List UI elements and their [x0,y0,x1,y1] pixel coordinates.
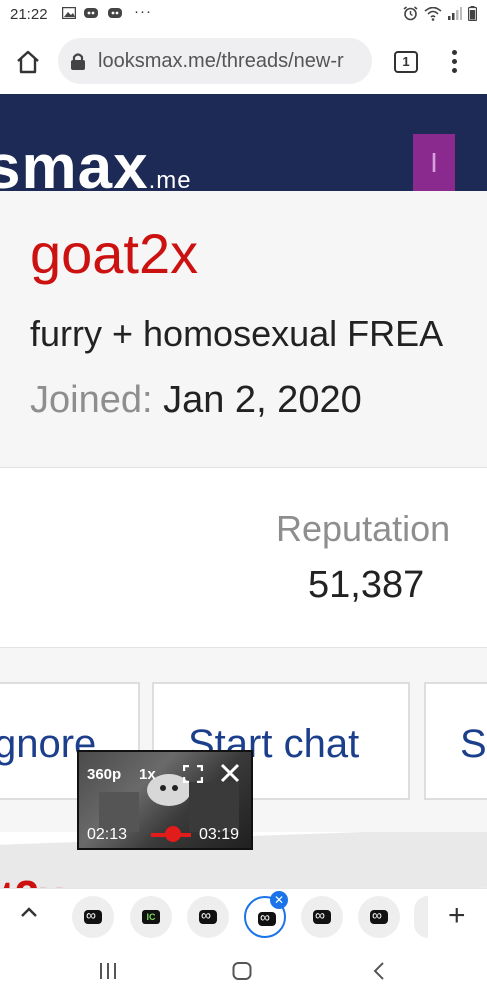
tab-switcher-button[interactable]: 1 [394,51,418,73]
profile-card: goat2x furry + homosexual FREA Joined: J… [0,191,487,468]
joined-label: Joined: [30,379,153,421]
third-action-button[interactable]: St [424,682,487,800]
tab-thumbnail[interactable] [72,896,114,938]
floating-video-player[interactable]: 360p 1x 02:13 03:19 [77,750,253,850]
status-time: 21:22 [10,6,48,23]
system-icons [403,6,477,21]
logo-main: smax [0,133,149,192]
url-text: looksmax.me/threads/new-r [98,50,344,72]
site-favicon-icon [258,909,276,926]
lock-icon [71,53,85,70]
video-speed-button[interactable]: 1x [139,766,156,783]
site-favicon-icon [370,907,388,924]
signal-icon [448,7,462,20]
site-favicon-icon [199,907,217,924]
battery-icon [468,6,477,21]
reputation-value: 51,387 [308,564,425,606]
discord-icon [108,8,122,18]
tab-group-bar: IC ✕ + [0,888,487,944]
tab-thumbnail[interactable] [187,896,229,938]
tab-thumbnail[interactable] [301,896,343,938]
logo-suffix: .me [148,167,192,191]
username-peek: t2x [0,872,64,888]
joined-value: Jan 2, 2020 [163,379,362,421]
address-bar[interactable]: looksmax.me/threads/new-r [58,38,372,84]
tab-thumbnail[interactable] [358,896,400,938]
back-icon[interactable] [372,962,386,980]
status-bar: 21:22 ··· [0,0,487,30]
site-favicon-icon: IC [142,910,160,924]
close-tab-icon[interactable]: ✕ [270,891,288,909]
overflow-menu-icon[interactable] [448,50,460,76]
chevron-up-icon[interactable] [20,905,38,919]
site-favicon-icon [313,907,331,924]
screen: 21:22 ··· looksmax.me/threads/new-r 1 sm… [0,0,487,1000]
site-favicon-icon [84,907,102,924]
more-notifications-icon: ··· [134,3,152,20]
gallery-icon [62,7,76,19]
third-action-button-label: St [460,722,487,766]
video-current-time: 02:13 [87,826,128,843]
profile-stats: Reputation 51,387 [0,468,487,648]
video-total-time: 03:19 [199,826,240,843]
home-icon[interactable] [14,48,42,76]
browser-toolbar: looksmax.me/threads/new-r 1 [0,30,487,94]
system-nav-bar [0,944,487,1000]
new-tab-icon[interactable]: + [448,899,466,933]
home-nav-icon[interactable] [232,962,252,980]
video-seek-handle[interactable] [165,826,181,842]
close-icon[interactable] [219,762,241,784]
tab-thumbnail[interactable]: IC [130,896,172,938]
site-header: smax.me I [0,94,487,191]
discord-icon [84,8,98,18]
fullscreen-icon[interactable] [183,765,203,783]
profile-joined: Joined: Jan 2, 2020 [30,379,362,422]
wifi-icon [424,6,442,21]
alarm-icon [403,6,418,21]
video-quality-button[interactable]: 360p [87,766,121,783]
header-menu-button[interactable]: I [413,134,455,191]
profile-tagline: furry + homosexual FREA [30,313,444,354]
tab-thumbnail[interactable] [414,896,428,938]
recents-icon[interactable] [98,962,118,980]
reputation-label: Reputation [276,508,451,549]
profile-username: goat2x [30,222,199,285]
site-logo[interactable]: smax.me [0,137,192,192]
